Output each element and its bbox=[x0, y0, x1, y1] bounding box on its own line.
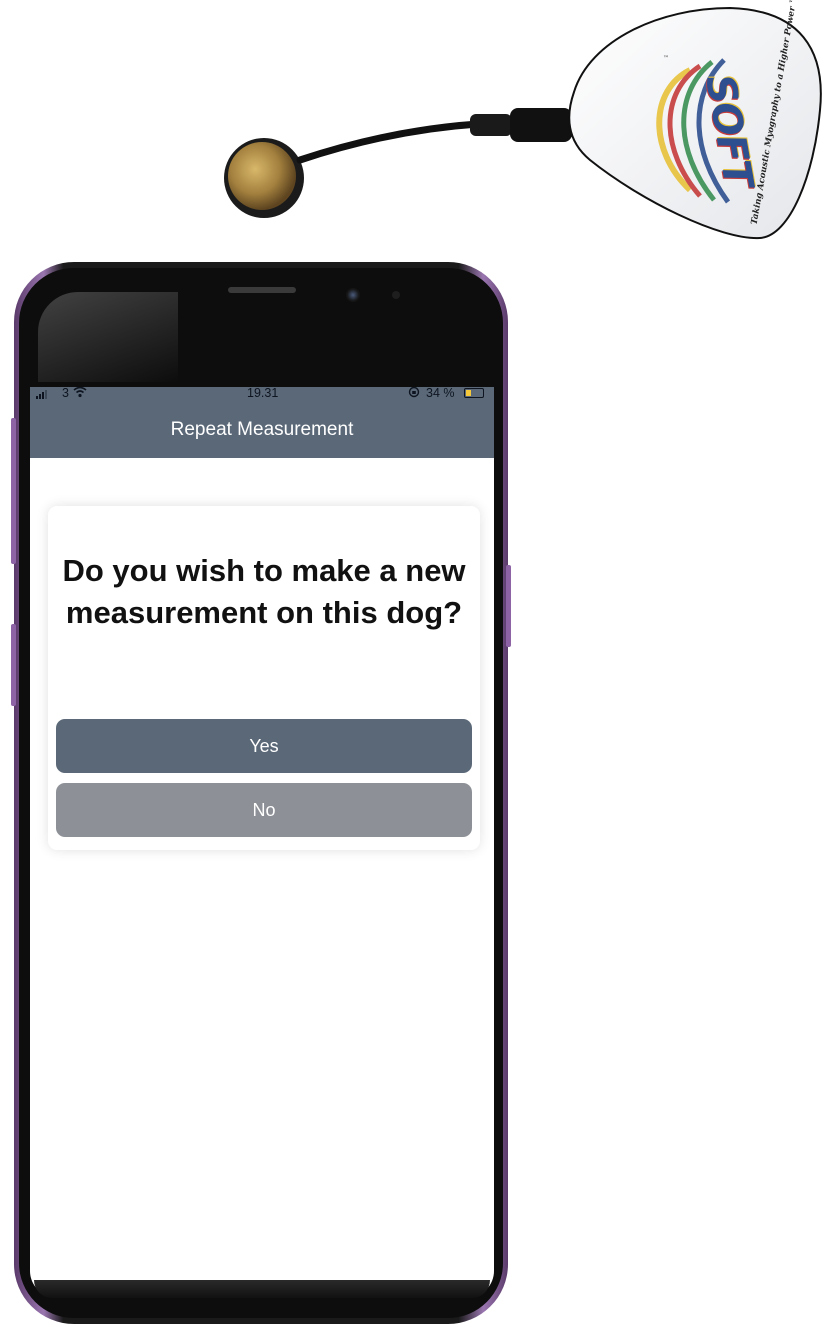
earpiece-speaker bbox=[228, 287, 296, 293]
power-button bbox=[506, 565, 511, 647]
cable-connector bbox=[470, 108, 572, 142]
electrode-disc bbox=[224, 138, 304, 218]
signal-bars-icon bbox=[36, 390, 47, 399]
battery-fill bbox=[466, 390, 471, 396]
front-camera-icon bbox=[346, 288, 360, 302]
sensor-cable bbox=[296, 120, 482, 164]
signal-bar bbox=[45, 390, 47, 399]
phone-bottom-bezel bbox=[34, 1280, 490, 1298]
battery-percent: 34 % bbox=[426, 387, 455, 400]
status-time: 19.31 bbox=[247, 387, 279, 400]
nav-header: Repeat Measurement bbox=[30, 401, 494, 458]
bixby-button bbox=[11, 624, 16, 706]
signal-bar bbox=[39, 394, 41, 399]
status-bar: 3 19.31 34 % bbox=[30, 387, 494, 401]
acoustic-sensor-device bbox=[224, 6, 822, 240]
bezel-reflection bbox=[38, 292, 178, 382]
proximity-sensor bbox=[392, 291, 400, 299]
volume-up-button bbox=[11, 418, 16, 564]
phone-screen: 3 19.31 34 % Repeat Measurement Do you w… bbox=[30, 387, 494, 1297]
repeat-measurement-dialog: Do you wish to make a new measurement on… bbox=[48, 506, 480, 850]
dialog-question: Do you wish to make a new measurement on… bbox=[62, 553, 466, 630]
yes-button[interactable]: Yes bbox=[56, 719, 472, 773]
signal-bar bbox=[42, 392, 44, 399]
signal-bar bbox=[36, 396, 38, 399]
wifi-icon bbox=[73, 387, 87, 401]
page-title: Repeat Measurement bbox=[170, 418, 354, 440]
rotation-lock-icon bbox=[408, 387, 420, 401]
no-button[interactable]: No bbox=[56, 783, 472, 837]
trademark-mark: ™ bbox=[663, 55, 669, 62]
carrier-label: 3 bbox=[62, 387, 69, 400]
battery-icon bbox=[464, 388, 484, 398]
